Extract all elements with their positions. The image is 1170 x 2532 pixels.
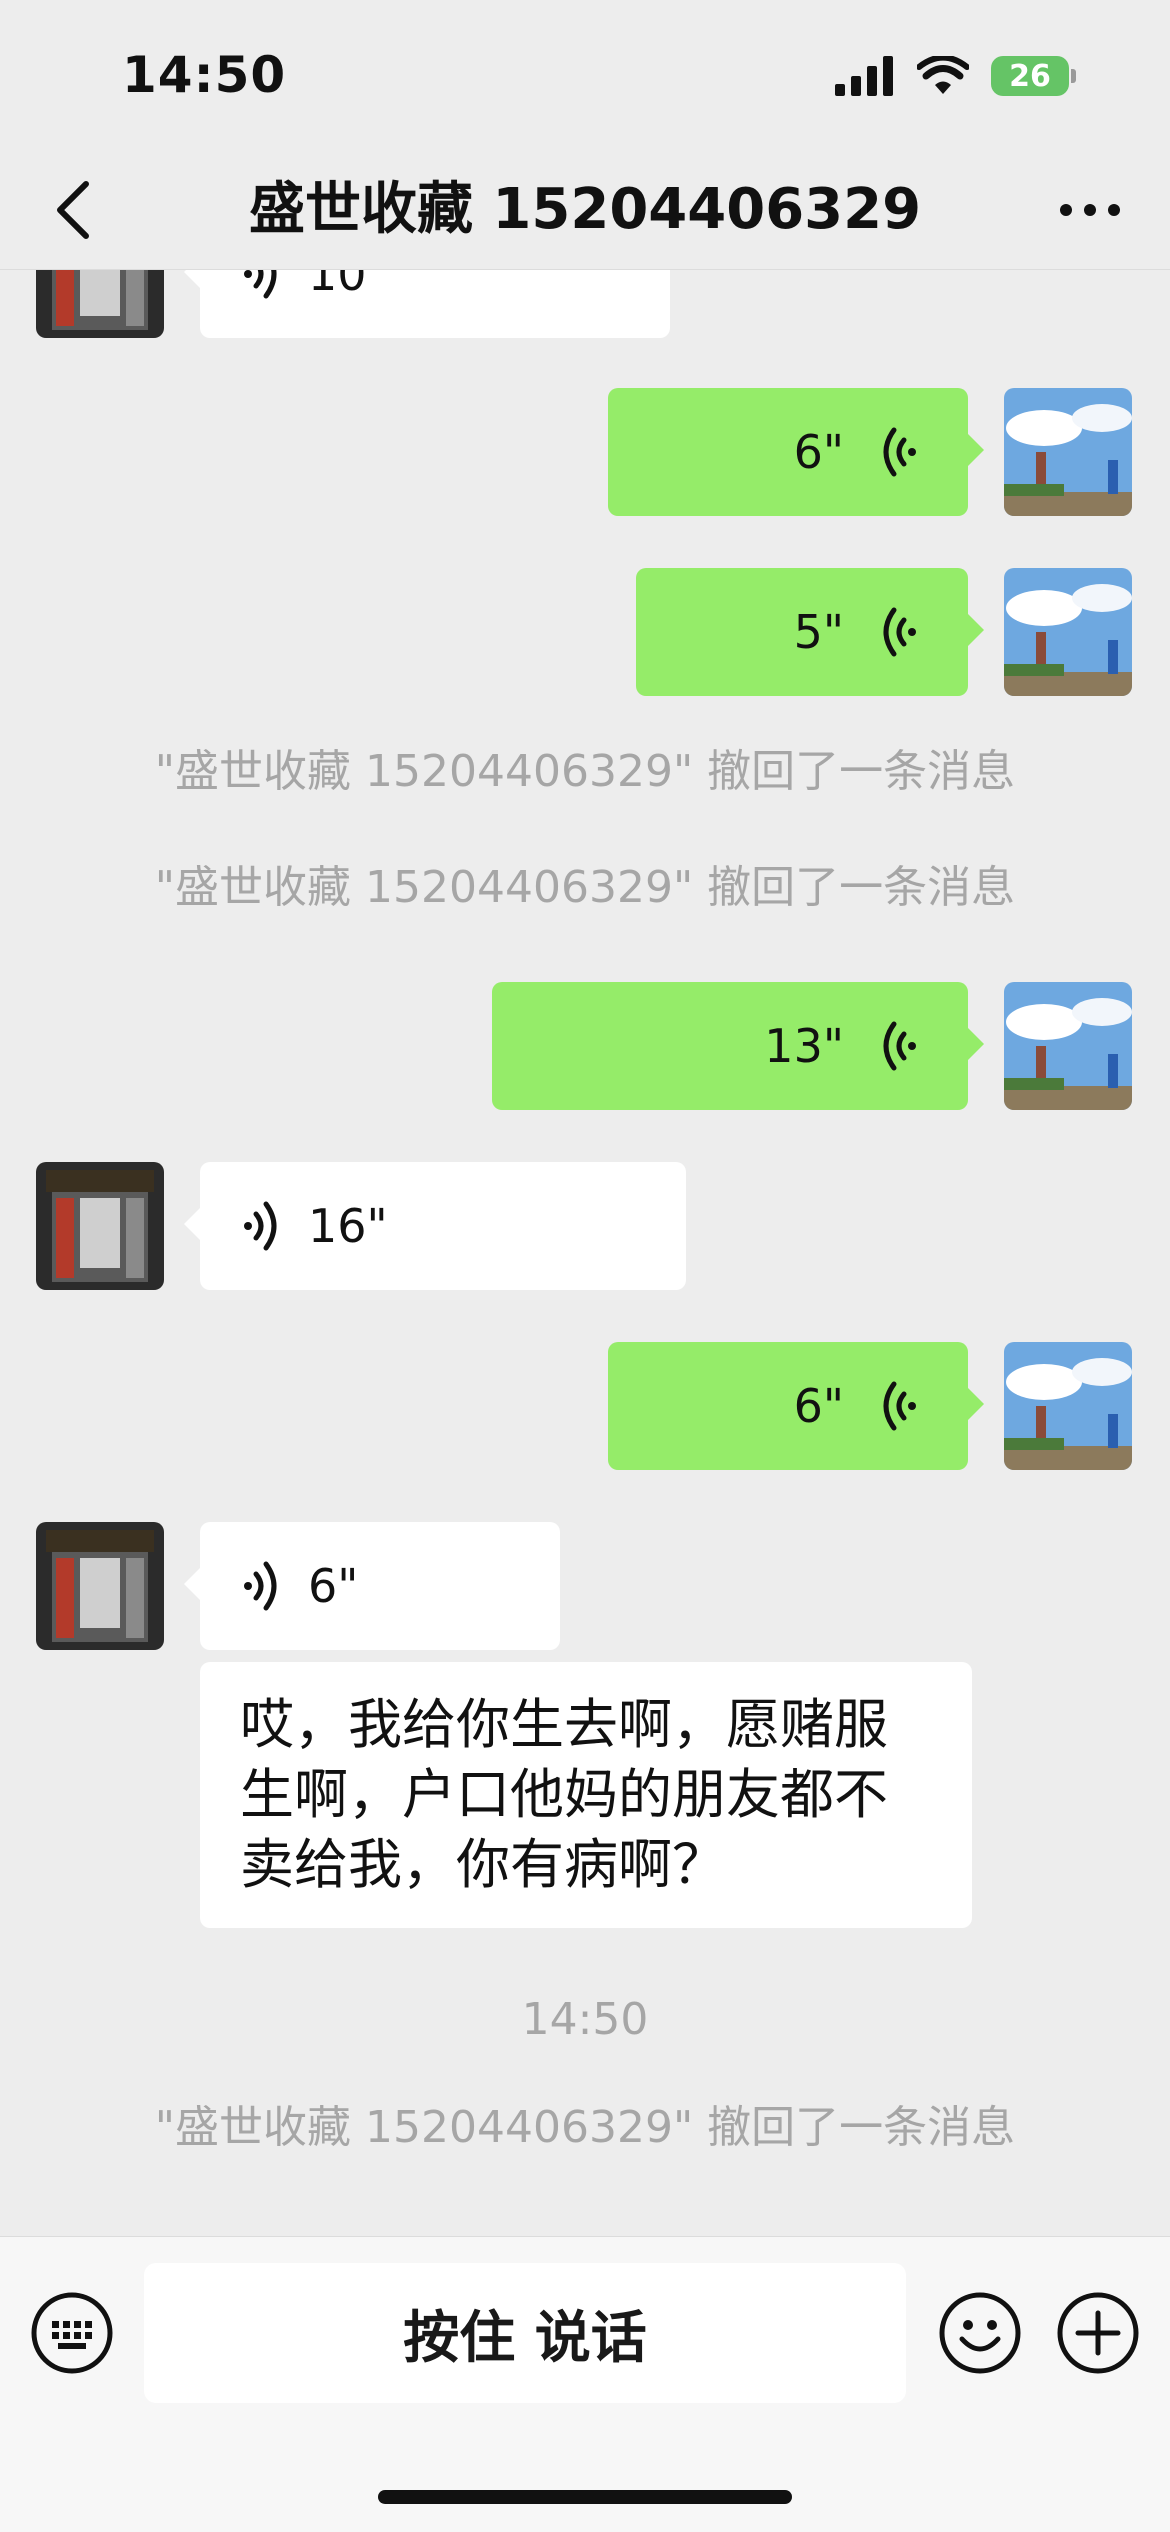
contact-avatar[interactable] bbox=[36, 1162, 164, 1290]
voice-duration: 6" bbox=[793, 425, 844, 479]
contact-avatar[interactable] bbox=[36, 270, 164, 338]
my-avatar-image bbox=[1004, 568, 1132, 696]
voice-wave-icon bbox=[244, 1201, 277, 1251]
home-indicator[interactable] bbox=[378, 2490, 792, 2504]
shop-avatar-image bbox=[36, 270, 164, 338]
shop-avatar-image bbox=[36, 1162, 164, 1290]
transcript-line: 哎，我给你生去啊，愿赌服 bbox=[240, 1693, 888, 1756]
voice-message-incoming[interactable]: 16" bbox=[184, 1162, 686, 1290]
voice-wave-icon bbox=[883, 1021, 916, 1071]
keyboard-toggle-button[interactable] bbox=[30, 2291, 114, 2375]
my-avatar[interactable] bbox=[1004, 982, 1132, 1110]
my-avatar-image bbox=[1004, 982, 1132, 1110]
hold-to-talk-button[interactable]: 按住 说话 bbox=[144, 2263, 906, 2403]
battery-level: 26 bbox=[1009, 58, 1051, 94]
transcript-line: 生啊，户口他妈的朋友都不 bbox=[240, 1763, 888, 1826]
voice-message-incoming[interactable]: 10" bbox=[184, 270, 670, 338]
message-list[interactable]: 10" 6" 5" "盛世收藏 15204406329" 撤回了一条消息 "盛世… bbox=[0, 270, 1170, 2236]
status-icons: 26 bbox=[835, 56, 1076, 96]
more-button[interactable] bbox=[1050, 174, 1130, 246]
more-icon bbox=[1060, 204, 1120, 216]
chat-header: 盛世收藏 15204406329 bbox=[0, 150, 1170, 270]
voice-transcript-text[interactable]: 哎，我给你生去啊，愿赌服 生啊，户口他妈的朋友都不 卖给我，你有病啊？ bbox=[200, 1662, 972, 1928]
voice-message-outgoing[interactable]: 5" bbox=[636, 568, 984, 696]
voice-message-incoming[interactable]: 6" bbox=[184, 1522, 560, 1650]
voice-wave-icon bbox=[244, 270, 277, 299]
voice-message-outgoing[interactable]: 6" bbox=[608, 388, 984, 516]
status-bar: 14:50 26 bbox=[0, 0, 1170, 150]
signal-icon bbox=[835, 56, 893, 96]
emoji-icon bbox=[939, 2292, 1021, 2374]
battery-icon: 26 bbox=[991, 56, 1069, 96]
voice-wave-icon bbox=[883, 427, 916, 477]
voice-message-outgoing[interactable]: 6" bbox=[608, 1342, 984, 1470]
my-avatar[interactable] bbox=[1004, 568, 1132, 696]
wifi-icon bbox=[917, 56, 969, 94]
my-avatar-image bbox=[1004, 388, 1132, 516]
voice-wave-icon bbox=[244, 1561, 277, 1611]
recall-notice: "盛世收藏 15204406329" 撤回了一条消息 bbox=[154, 746, 1016, 797]
recall-notice: "盛世收藏 15204406329" 撤回了一条消息 bbox=[154, 2102, 1016, 2153]
voice-message-outgoing[interactable]: 13" bbox=[492, 982, 984, 1110]
keyboard-icon bbox=[31, 2292, 113, 2374]
message-timestamp: 14:50 bbox=[521, 1994, 649, 2045]
chat-title: 盛世收藏 15204406329 bbox=[248, 177, 922, 242]
my-avatar[interactable] bbox=[1004, 388, 1132, 516]
voice-duration: 6" bbox=[793, 1379, 844, 1433]
my-avatar-image bbox=[1004, 1342, 1132, 1470]
more-functions-button[interactable] bbox=[1056, 2291, 1140, 2375]
input-bar: 按住 说话 bbox=[0, 2236, 1170, 2532]
voice-wave-icon bbox=[883, 1381, 916, 1431]
contact-avatar[interactable] bbox=[36, 1522, 164, 1650]
voice-duration: 10" bbox=[308, 270, 388, 301]
battery-tip bbox=[1071, 69, 1076, 83]
status-time: 14:50 bbox=[122, 46, 287, 104]
recall-notice: "盛世收藏 15204406329" 撤回了一条消息 bbox=[154, 862, 1016, 913]
voice-duration: 5" bbox=[793, 605, 844, 659]
transcript-line: 卖给我，你有病啊？ bbox=[240, 1833, 726, 1896]
shop-avatar-image bbox=[36, 1522, 164, 1650]
my-avatar[interactable] bbox=[1004, 1342, 1132, 1470]
voice-duration: 16" bbox=[308, 1199, 388, 1253]
emoji-button[interactable] bbox=[938, 2291, 1022, 2375]
voice-duration: 13" bbox=[764, 1019, 844, 1073]
voice-wave-icon bbox=[883, 607, 916, 657]
voice-duration: 6" bbox=[308, 1559, 359, 1613]
plus-icon bbox=[1057, 2292, 1139, 2374]
